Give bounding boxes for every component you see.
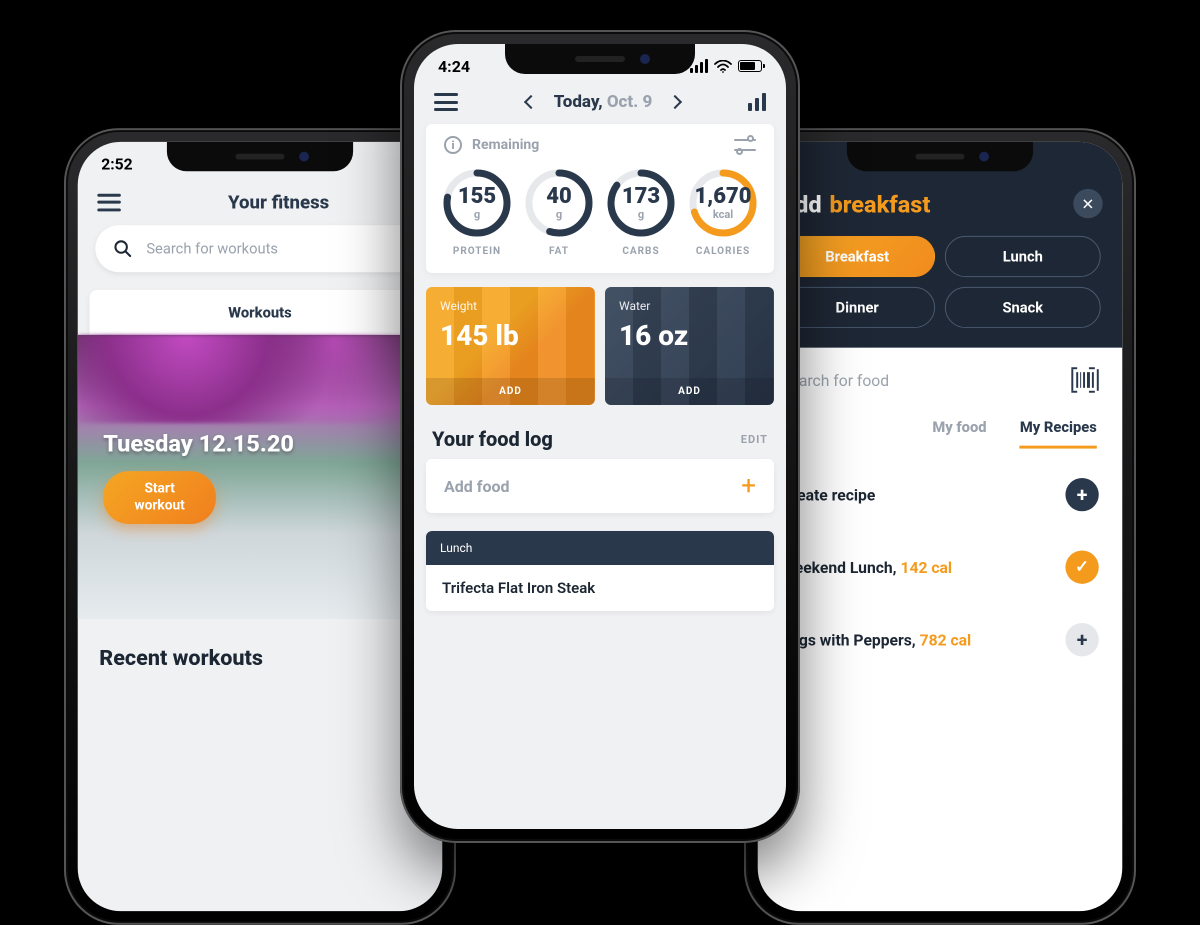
list-item[interactable]: Eggs with Peppers, 782 cal+	[758, 603, 1123, 676]
add-weight-button[interactable]: ADD	[426, 378, 595, 405]
search-placeholder: Search for workouts	[146, 240, 278, 258]
phone-fitness: 2:52 ↗ Your fitness Search for workouts …	[64, 128, 456, 925]
add-food-button[interactable]: Add food +	[426, 459, 774, 513]
wifi-icon	[714, 60, 732, 73]
meal-pill-snack[interactable]: Snack	[945, 287, 1101, 328]
stats-icon[interactable]	[748, 93, 766, 111]
plus-icon[interactable]: +	[1065, 478, 1098, 511]
prev-day-button[interactable]	[524, 95, 538, 109]
macros-panel: i Remaining 155g PROTEIN	[426, 124, 774, 273]
macro-ring-calories[interactable]: 1,670kcal CALORIES	[686, 166, 760, 257]
notch	[847, 142, 1033, 171]
plus-icon[interactable]: +	[1065, 623, 1098, 656]
meal-pill-lunch[interactable]: Lunch	[945, 236, 1101, 277]
page-title: Your fitness	[135, 191, 423, 214]
start-workout-button[interactable]: Start workout	[103, 471, 216, 524]
menu-icon[interactable]	[434, 93, 458, 111]
meal-pill-breakfast[interactable]: Breakfast	[779, 236, 935, 277]
page-title: Add breakfast	[779, 191, 1100, 218]
weight-card[interactable]: Weight 145 lb ADD	[426, 287, 595, 405]
barcode-icon[interactable]	[1071, 369, 1098, 391]
meal-card[interactable]: Lunch Trifecta Flat Iron Steak	[426, 531, 774, 611]
foodlog-heading: Your food log	[432, 427, 553, 451]
next-day-button[interactable]	[668, 95, 682, 109]
search-food-input[interactable]: Search for food	[758, 348, 1123, 413]
menu-icon[interactable]	[97, 193, 121, 211]
water-card[interactable]: Water 16 oz ADD	[605, 287, 774, 405]
workout-hero: Tuesday 12.15.20 Start workout	[78, 335, 443, 619]
tab-my recipes[interactable]: My Recipes	[1020, 418, 1097, 448]
notch	[505, 44, 695, 74]
status-time: 2:52	[101, 154, 132, 173]
plus-icon: +	[741, 471, 756, 501]
date-label[interactable]: Today, Oct. 9	[554, 92, 653, 112]
edit-button[interactable]: EDIT	[741, 433, 768, 446]
tab-workouts[interactable]: Workouts	[89, 290, 430, 335]
close-button[interactable]: ✕	[1073, 189, 1102, 218]
check-icon[interactable]: ✓	[1065, 551, 1098, 584]
phone-nutrition: 4:24 Today, Oct. 9	[400, 30, 800, 843]
battery-icon	[738, 60, 762, 72]
info-icon[interactable]: i	[444, 136, 462, 154]
add-water-button[interactable]: ADD	[605, 378, 774, 405]
meal-pill-dinner[interactable]: Dinner	[779, 287, 935, 328]
recent-workouts-heading: Recent workouts	[78, 619, 443, 671]
meal-item: Trifecta Flat Iron Steak	[426, 565, 774, 611]
status-time: 4:24	[438, 57, 470, 76]
macro-ring-protein[interactable]: 155g PROTEIN	[440, 166, 514, 257]
list-item[interactable]: Create recipe +	[758, 458, 1123, 531]
macro-ring-carbs[interactable]: 173g CARBS	[604, 166, 678, 257]
tab-my food[interactable]: My food	[932, 418, 986, 448]
list-item[interactable]: Weekend Lunch, 142 cal✓	[758, 531, 1123, 604]
notch	[167, 142, 353, 171]
macro-ring-fat[interactable]: 40g FAT	[522, 166, 596, 257]
hero-date: Tuesday 12.15.20	[103, 430, 417, 457]
phone-add-meal: ✕ Add breakfast BreakfastLunchDinnerSnac…	[744, 128, 1136, 925]
search-input[interactable]: Search for workouts	[95, 225, 424, 272]
settings-icon[interactable]	[734, 137, 756, 153]
remaining-label: Remaining	[472, 137, 539, 153]
search-icon	[113, 239, 133, 259]
meal-name: Lunch	[426, 531, 774, 565]
